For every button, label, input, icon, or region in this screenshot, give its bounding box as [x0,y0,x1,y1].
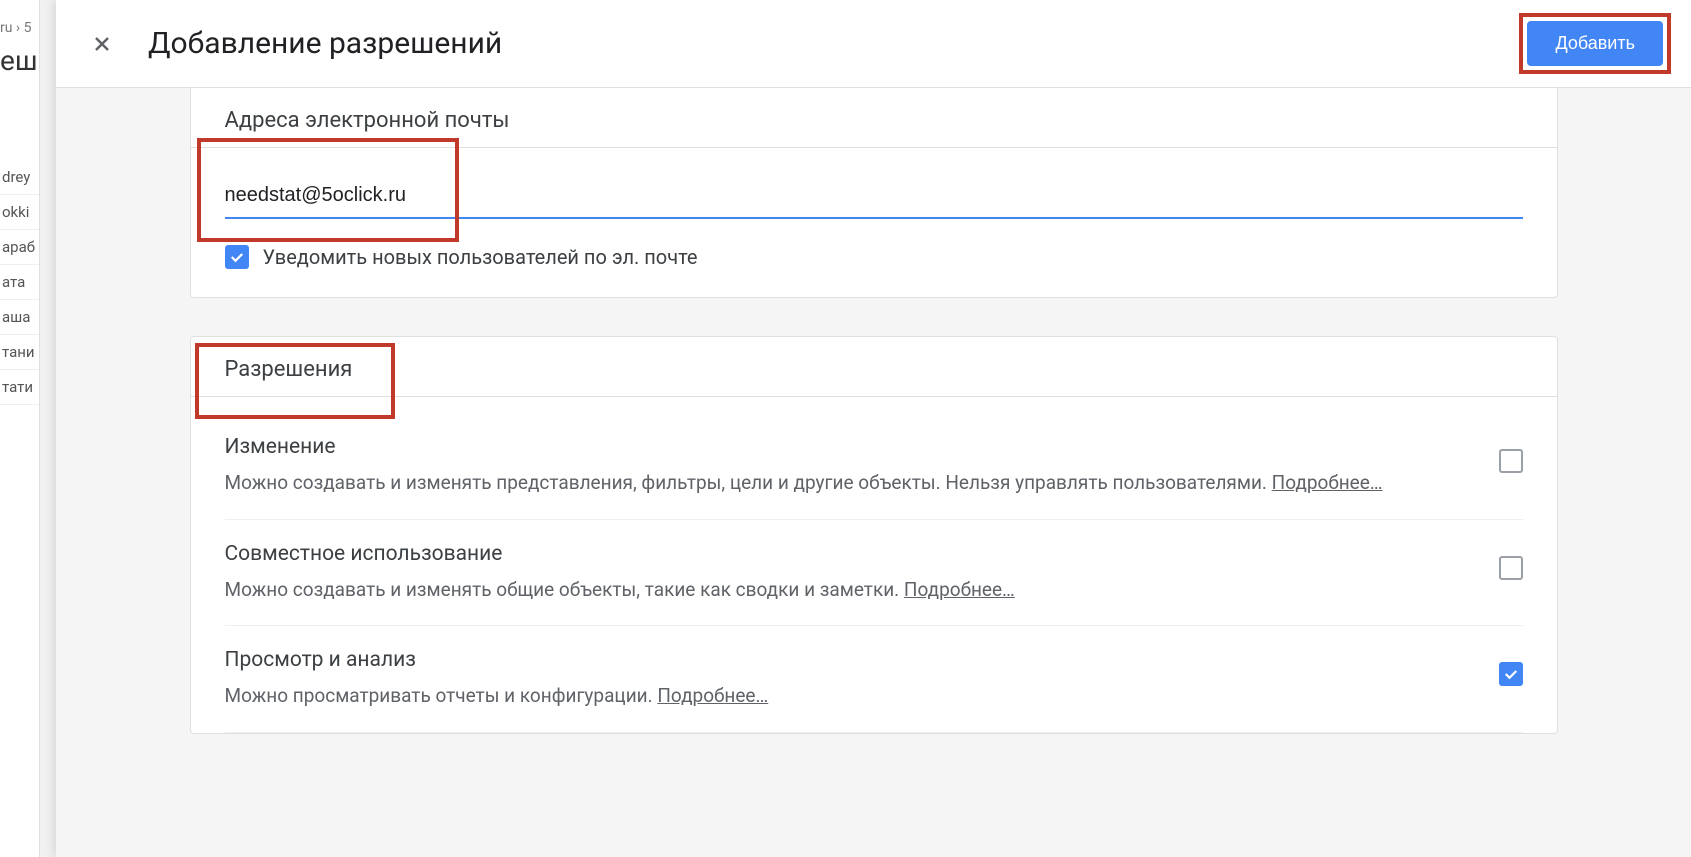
background-sidebar-item: drey [0,160,39,195]
permission-checkbox-wrap [1499,662,1523,686]
notify-label: Уведомить новых пользователей по эл. поч… [263,245,698,269]
background-panel: ru › 5 еш dreyokkiарабатаашатанитати [0,0,40,857]
email-card: Адреса электронной почты Уведомить новых… [190,88,1558,298]
notify-row: Уведомить новых пользователей по эл. поч… [191,227,1557,297]
permission-text: Совместное использование Можно создавать … [225,542,1459,604]
permission-name: Изменение [225,435,1459,459]
permissions-list: Изменение Можно создавать и изменять пред… [191,397,1557,733]
add-permissions-modal: Добавление разрешений Добавить Адреса эл… [56,0,1691,857]
learn-more-link[interactable]: Подробнее… [904,578,1015,601]
permission-description: Можно создавать и изменять общие объекты… [225,576,1459,604]
close-icon [90,32,114,56]
permission-text: Просмотр и анализ Можно просматривать отч… [225,648,1459,710]
permission-item: Совместное использование Можно создавать … [225,520,1523,627]
permissions-card: Разрешения Изменение Можно создавать и из… [190,336,1558,734]
close-button[interactable] [80,22,124,66]
breadcrumb: ru › 5 [0,20,31,36]
background-sidebar-item: араб [0,230,39,265]
permissions-section-title: Разрешения [225,357,353,382]
add-button[interactable]: Добавить [1527,21,1663,66]
learn-more-link[interactable]: Подробнее… [1272,471,1383,494]
add-button-wrap: Добавить [1523,17,1667,70]
background-sidebar-item: тати [0,370,39,405]
permission-description: Можно создавать и изменять представления… [225,469,1459,497]
permission-description: Можно просматривать отчеты и конфигураци… [225,682,1459,710]
modal-title: Добавление разрешений [148,26,1523,61]
permission-checkbox-wrap [1499,556,1523,580]
permission-text: Изменение Можно создавать и изменять пред… [225,435,1459,497]
permission-checkbox-wrap [1499,449,1523,473]
email-input[interactable] [225,174,1523,219]
modal-header: Добавление разрешений Добавить [56,0,1691,88]
permission-item: Изменение Можно создавать и изменять пред… [225,413,1523,520]
permission-name: Совместное использование [225,542,1459,566]
background-sidebar-item: аша [0,300,39,335]
learn-more-link[interactable]: Подробнее… [657,684,768,707]
background-sidebar-item: ата [0,265,39,300]
permission-item: Просмотр и анализ Можно просматривать отч… [225,626,1523,733]
permission-checkbox[interactable] [1499,449,1523,473]
permission-checkbox[interactable] [1499,556,1523,580]
check-icon [228,248,246,266]
background-sidebar-item: тани [0,335,39,370]
background-title: еш [0,44,38,77]
permission-checkbox[interactable] [1499,662,1523,686]
notify-checkbox[interactable] [225,245,249,269]
background-sidebar-item: okki [0,195,39,230]
check-icon [1502,665,1520,683]
email-field-wrap [225,174,1523,219]
email-section-title: Адреса электронной почты [191,88,1557,147]
permission-name: Просмотр и анализ [225,648,1459,672]
permissions-title-wrap: Разрешения [191,337,1557,396]
modal-body: Адреса электронной почты Уведомить новых… [56,88,1691,857]
